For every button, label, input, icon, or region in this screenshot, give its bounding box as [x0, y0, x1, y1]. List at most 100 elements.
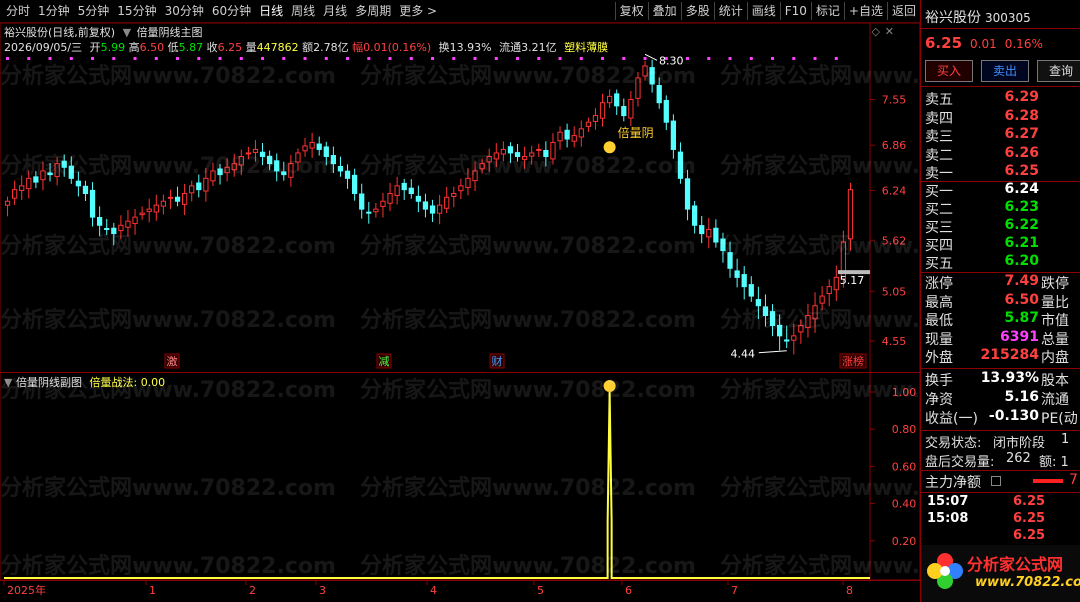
- candle-body: [97, 216, 103, 226]
- signal-dot: [91, 57, 95, 60]
- bid-row[interactable]: 买五 6.20: [921, 253, 1080, 272]
- event-marker: 财: [492, 354, 503, 368]
- candle-body: [493, 152, 499, 160]
- stat2-label: 换手: [925, 373, 953, 389]
- signal-dot: [324, 57, 328, 60]
- signal-dot: [643, 57, 647, 60]
- toolbar-button[interactable]: 叠加: [647, 2, 681, 20]
- indicator-title[interactable]: 倍量阴线主图: [137, 26, 203, 39]
- candle-body: [196, 182, 202, 191]
- y-tick-label: 6.86: [882, 139, 907, 152]
- candle-body: [699, 225, 705, 235]
- money-bag-icon: [603, 141, 616, 154]
- stat2-row: 收益(一) -0.130 PE(动: [921, 408, 1080, 427]
- period-tab[interactable]: 1分钟: [34, 3, 74, 19]
- candle-body: [706, 228, 712, 238]
- ask-price: 6.25: [1004, 163, 1039, 179]
- sell-button[interactable]: 卖出: [981, 60, 1029, 82]
- sub-chart[interactable]: 1.00 0.80 0.60 0.40 0.20 ▼ 倍量阴线副图 倍量战法: 0.00: [0, 371, 921, 581]
- collapse-icon[interactable]: ▼: [4, 376, 12, 389]
- x-tick-label: 4: [430, 584, 437, 597]
- stat-label: 最低: [925, 313, 953, 329]
- candle-body: [592, 115, 599, 122]
- period-tab[interactable]: 周线: [287, 3, 319, 19]
- close-icon[interactable]: ✕: [885, 25, 894, 38]
- stat2-row: 换手 13.93% 股本: [921, 370, 1080, 389]
- ask-price: 6.27: [1004, 126, 1039, 142]
- quote-panel: 裕兴股份 300305 6.25 0.01 0.16% 买入 卖出 查询 卖五 6.29…: [920, 0, 1080, 602]
- bid-row[interactable]: 买四 6.21: [921, 235, 1080, 254]
- sub-indicator-chart[interactable]: 1.00 0.80 0.60 0.40 0.20: [0, 371, 921, 581]
- stat-row: 外盘 215284 内盘: [921, 347, 1080, 366]
- net-flow-row[interactable]: 主力净额 7: [921, 472, 1080, 491]
- bid-row[interactable]: 买三 6.22: [921, 217, 1080, 236]
- candle-body: [245, 152, 251, 155]
- toolbar-button[interactable]: 复权: [614, 2, 648, 20]
- candle-body: [281, 171, 287, 176]
- diamond-icon[interactable]: ◇: [872, 25, 880, 38]
- signal-dot: [346, 57, 350, 60]
- trade-buttons: 买入 卖出 查询: [925, 60, 1080, 82]
- candle-body: [543, 150, 549, 157]
- candle-body: [373, 208, 379, 213]
- stat-label2: 跌停: [1041, 276, 1069, 292]
- period-tab[interactable]: 分时: [2, 3, 34, 19]
- signal-dot: [494, 57, 498, 60]
- signal-dot: [6, 57, 10, 60]
- candle-body: [692, 205, 698, 226]
- toolbar-button[interactable]: 多股: [680, 2, 714, 20]
- candle-body: [663, 100, 669, 123]
- candle-body: [33, 176, 39, 183]
- ask-row[interactable]: 卖四 6.28: [921, 108, 1080, 127]
- period-tab[interactable]: 更多 >: [395, 3, 441, 19]
- period-tab[interactable]: 日线: [255, 3, 287, 19]
- ask-row[interactable]: 卖二 6.26: [921, 145, 1080, 164]
- bid-price: 6.23: [1004, 199, 1039, 215]
- candle-body: [507, 146, 514, 154]
- candlestick-chart[interactable]: 7.55 6.86 6.24 5.62 5.05 4.55 8.30 4.44 倍量阴 5.17 激…: [0, 22, 921, 374]
- query-button[interactable]: 查询: [1037, 60, 1080, 82]
- trade-status-tail: 1: [1061, 432, 1070, 447]
- candle-body: [769, 311, 776, 327]
- toolbar-button[interactable]: 统计: [713, 2, 747, 20]
- toolbar-button[interactable]: 标记: [810, 2, 844, 20]
- candle-body: [656, 85, 662, 104]
- period-tab[interactable]: 15分钟: [113, 3, 160, 19]
- sub-y-tick-label: 0.60: [892, 460, 917, 473]
- candle-body: [118, 224, 124, 232]
- period-tab[interactable]: 60分钟: [208, 3, 255, 19]
- candle-body: [274, 160, 280, 172]
- period-tab[interactable]: 5分钟: [74, 3, 114, 19]
- ask-row[interactable]: 卖三 6.27: [921, 126, 1080, 145]
- signal-dot: [516, 57, 520, 60]
- collapse-icon[interactable]: ▼: [123, 26, 131, 39]
- list-icon[interactable]: [991, 476, 1001, 486]
- toolbar-button[interactable]: 画线: [746, 2, 780, 20]
- toolbar: 分时 1分钟 5分钟 15分钟 30分钟 60分钟 日线 周线 月线 多周期 更多 > 复权 叠加 多股…: [0, 0, 920, 23]
- main-chart[interactable]: 7.55 6.86 6.24 5.62 5.05 4.55 8.30 4.44 倍量阴 5.17 激…: [0, 22, 921, 374]
- ask-label: 卖五: [925, 92, 953, 108]
- signal-dot: [749, 57, 753, 60]
- candle-body: [288, 163, 294, 178]
- stat2-label2: PE(动: [1041, 411, 1078, 427]
- ask-row[interactable]: 卖五 6.29: [921, 89, 1080, 108]
- tick-price: 6.25: [1013, 511, 1046, 526]
- candle-body: [189, 185, 195, 194]
- buy-button[interactable]: 买入: [925, 60, 973, 82]
- toolbar-button[interactable]: +自选: [843, 2, 887, 20]
- bid-price: 6.22: [1004, 217, 1039, 233]
- candle-body: [366, 211, 372, 214]
- concept-tag[interactable]: 塑料薄膜: [564, 41, 608, 54]
- toolbar-button[interactable]: F10: [779, 2, 811, 20]
- sub-chart-title[interactable]: 倍量阴线副图: [16, 376, 82, 389]
- bid-row[interactable]: 买二 6.23: [921, 199, 1080, 218]
- toolbar-button[interactable]: 返回: [886, 2, 920, 20]
- period-tab[interactable]: 30分钟: [161, 3, 208, 19]
- period-tab[interactable]: 多周期: [351, 3, 395, 19]
- amount-value: 2.78亿: [313, 41, 349, 54]
- period-tab[interactable]: 月线: [319, 3, 351, 19]
- candle-body: [68, 165, 74, 179]
- candle-body: [748, 284, 754, 297]
- ask-row[interactable]: 卖一 6.25: [921, 163, 1080, 182]
- bid-row[interactable]: 买一 6.24: [921, 181, 1080, 200]
